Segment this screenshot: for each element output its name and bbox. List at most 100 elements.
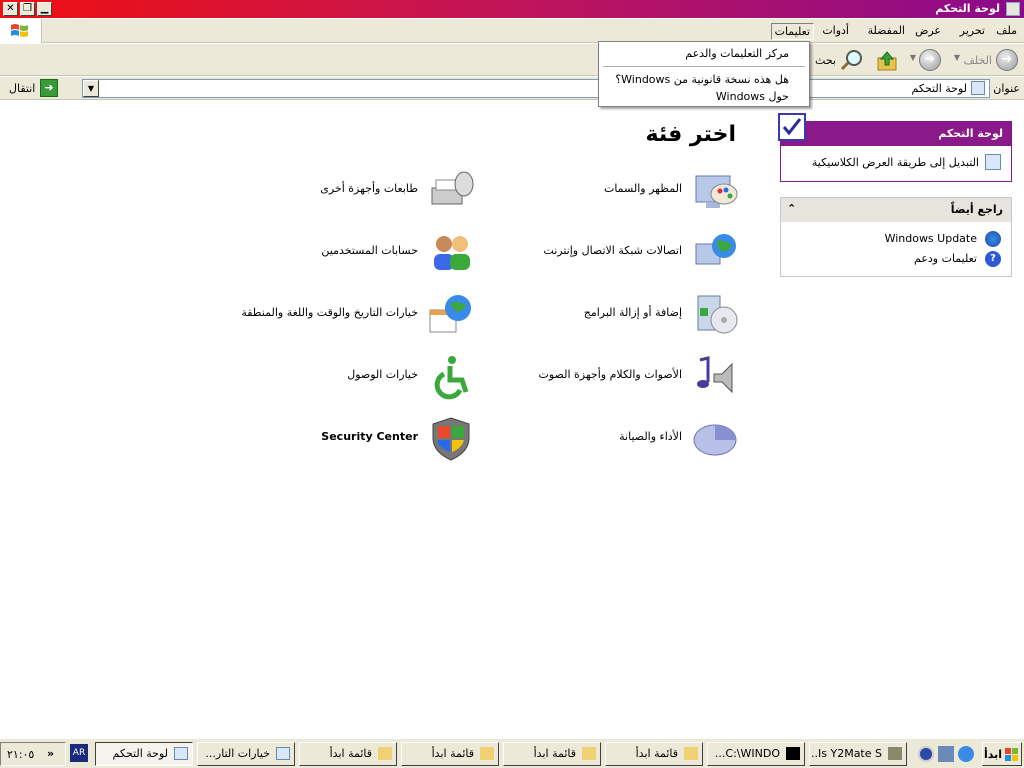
category-performance[interactable]: الأداء والصيانة (540, 414, 740, 468)
category-appearance[interactable]: المظهر والسمات (540, 166, 740, 220)
menu-tools[interactable]: أدوات (819, 23, 852, 38)
taskbar-button[interactable]: قائمة ابدأ (299, 742, 397, 766)
about-windows-item[interactable]: حول Windows (716, 90, 789, 103)
category-network[interactable]: اتصالات شبكة الاتصال وإنترنت (520, 228, 740, 282)
taskbar-button-label: خيارات التار... (205, 747, 270, 760)
category-label[interactable]: خيارات الوصول (347, 368, 418, 381)
category-label[interactable]: اتصالات شبكة الاتصال وإنترنت (543, 244, 682, 257)
clock: ٢١:٠٥ (7, 748, 35, 761)
help-support-link[interactable]: تعليمات ودعم (914, 252, 977, 265)
windows-logo (0, 19, 42, 43)
taskbar: ابدأ Is Y2Mate S... C:\WINDO... قائمة اب… (0, 738, 1024, 768)
window-title: لوحة التحكم (935, 2, 1000, 15)
menu-help[interactable]: تعليمات (770, 23, 814, 40)
category-datetime[interactable]: خيارات التاريخ والوقت واللغة والمنطقة (216, 290, 476, 344)
help-center-item[interactable]: مركز التعليمات والدعم (685, 47, 789, 60)
folder-icon (480, 747, 494, 760)
performance-icon (690, 414, 740, 464)
control-panel-check-icon (778, 113, 806, 141)
help-icon: ? (985, 251, 1001, 267)
menu-separator (603, 66, 805, 67)
back-label[interactable]: الخلف (963, 54, 992, 67)
category-sound[interactable]: الأصوات والكلام وأجهزة الصوت (520, 352, 740, 406)
go-arrow-icon[interactable]: ➜ (40, 79, 58, 97)
menu-view[interactable]: عرض (912, 23, 944, 38)
control-panel-icon (971, 81, 985, 95)
windows-logo-icon (1005, 748, 1018, 761)
taskbar-button-active[interactable]: لوحة التحكم (95, 742, 193, 766)
category-label[interactable]: الأداء والصيانة (619, 430, 682, 443)
menu-bar: ملف تحرير عرض المفضلة أدوات تعليمات (0, 19, 1024, 43)
back-dropdown-icon[interactable]: ▼ (954, 53, 960, 62)
tray-expand-icon[interactable]: « (47, 747, 54, 760)
taskbar-button-label: قائمة ابدأ (533, 747, 576, 760)
taskbar-button[interactable]: قائمة ابدأ (401, 742, 499, 766)
language-indicator[interactable]: AR (70, 744, 88, 762)
windows-update-link[interactable]: Windows Update (885, 232, 977, 245)
search-icon[interactable] (840, 48, 864, 72)
app-icon (888, 747, 902, 760)
toolbar: ➜ الخلف ▼ ➜ ▼ بحث (0, 44, 1024, 76)
taskbar-button[interactable]: قائمة ابدأ (605, 742, 703, 766)
menu-edit[interactable]: تحرير (957, 23, 988, 38)
windows-update-icon (985, 231, 1001, 247)
show-desktop-icon[interactable] (938, 746, 954, 762)
appearance-icon (690, 166, 740, 216)
search-label[interactable]: بحث (815, 54, 836, 67)
console-icon (786, 747, 800, 760)
category-label[interactable]: الأصوات والكلام وأجهزة الصوت (539, 368, 682, 381)
category-label[interactable]: خيارات التاريخ والوقت واللغة والمنطقة (241, 306, 418, 319)
category-programs[interactable]: إضافة أو إزالة البرامج (520, 290, 740, 344)
media-player-icon[interactable] (918, 746, 934, 762)
go-button[interactable]: انتقال (9, 82, 35, 95)
control-panel-icon (1006, 2, 1020, 16)
address-value: لوحة التحكم (911, 82, 967, 95)
taskbar-button[interactable]: Is Y2Mate S... (809, 742, 907, 766)
taskbar-button-label: قائمة ابدأ (329, 747, 372, 760)
category-label[interactable]: طابعات وأجهزة أخرى (320, 182, 418, 195)
menu-file[interactable]: ملف (993, 23, 1020, 38)
back-arrow-icon[interactable]: ➜ (996, 49, 1018, 71)
category-printers[interactable]: طابعات وأجهزة أخرى (256, 166, 476, 220)
address-dropdown-icon[interactable]: ▼ (83, 80, 99, 97)
switch-classic-view-link[interactable]: التبديل إلى طريقة العرض الكلاسيكية (812, 156, 979, 169)
taskbar-button[interactable]: C:\WINDO... (707, 742, 805, 766)
start-button[interactable]: ابدأ (982, 742, 1022, 766)
category-security-center[interactable]: Security Center (276, 414, 476, 468)
category-accessibility[interactable]: خيارات الوصول (276, 352, 476, 406)
menu-favorites[interactable]: المفضلة (865, 23, 908, 38)
forward-arrow-icon[interactable]: ➜ (919, 49, 941, 71)
folder-icon (684, 747, 698, 760)
title-bar[interactable]: لوحة التحكم ✕ ❐ ▁ (0, 0, 1024, 18)
start-label: ابدأ (983, 748, 1002, 761)
address-input[interactable]: لوحة التحكم ▼ (82, 79, 990, 98)
collapse-chevron-icon[interactable]: ⌃ (787, 202, 796, 215)
address-bar: عنوان لوحة التحكم ▼ ➜ انتقال (0, 77, 1024, 100)
taskbar-button-label: قائمة ابدأ (635, 747, 678, 760)
taskbar-button-label: C:\WINDO... (714, 747, 780, 760)
forward-dropdown-icon[interactable]: ▼ (910, 53, 916, 62)
system-tray: « ٢١:٠٥ (0, 742, 66, 766)
category-label[interactable]: إضافة أو إزالة البرامج (584, 306, 682, 319)
control-panel-icon (276, 747, 290, 760)
category-label[interactable]: المظهر والسمات (604, 182, 682, 195)
folder-icon (582, 747, 596, 760)
restore-button[interactable]: ❐ (20, 2, 35, 16)
taskbar-button-label: لوحة التحكم (112, 747, 168, 760)
category-label[interactable]: Security Center (321, 430, 418, 443)
control-panel-icon (174, 747, 188, 760)
address-label: عنوان (993, 82, 1020, 95)
see-also-title: راجع أيضاً (781, 198, 1011, 222)
ie-icon[interactable] (958, 746, 974, 762)
category-users[interactable]: حسابات المستخدمين (256, 228, 476, 282)
genuine-windows-item[interactable]: هل هذه نسخة قانونية من Windows؟ (615, 73, 789, 86)
taskbar-button[interactable]: قائمة ابدأ (503, 742, 601, 766)
minimize-button[interactable]: ▁ (37, 2, 52, 16)
shield-icon (426, 414, 476, 464)
programs-icon (690, 290, 740, 340)
up-folder-icon[interactable] (876, 50, 898, 72)
datetime-icon (426, 290, 476, 340)
taskbar-button[interactable]: خيارات التار... (197, 742, 295, 766)
close-button[interactable]: ✕ (3, 2, 18, 16)
category-label[interactable]: حسابات المستخدمين (321, 244, 418, 257)
